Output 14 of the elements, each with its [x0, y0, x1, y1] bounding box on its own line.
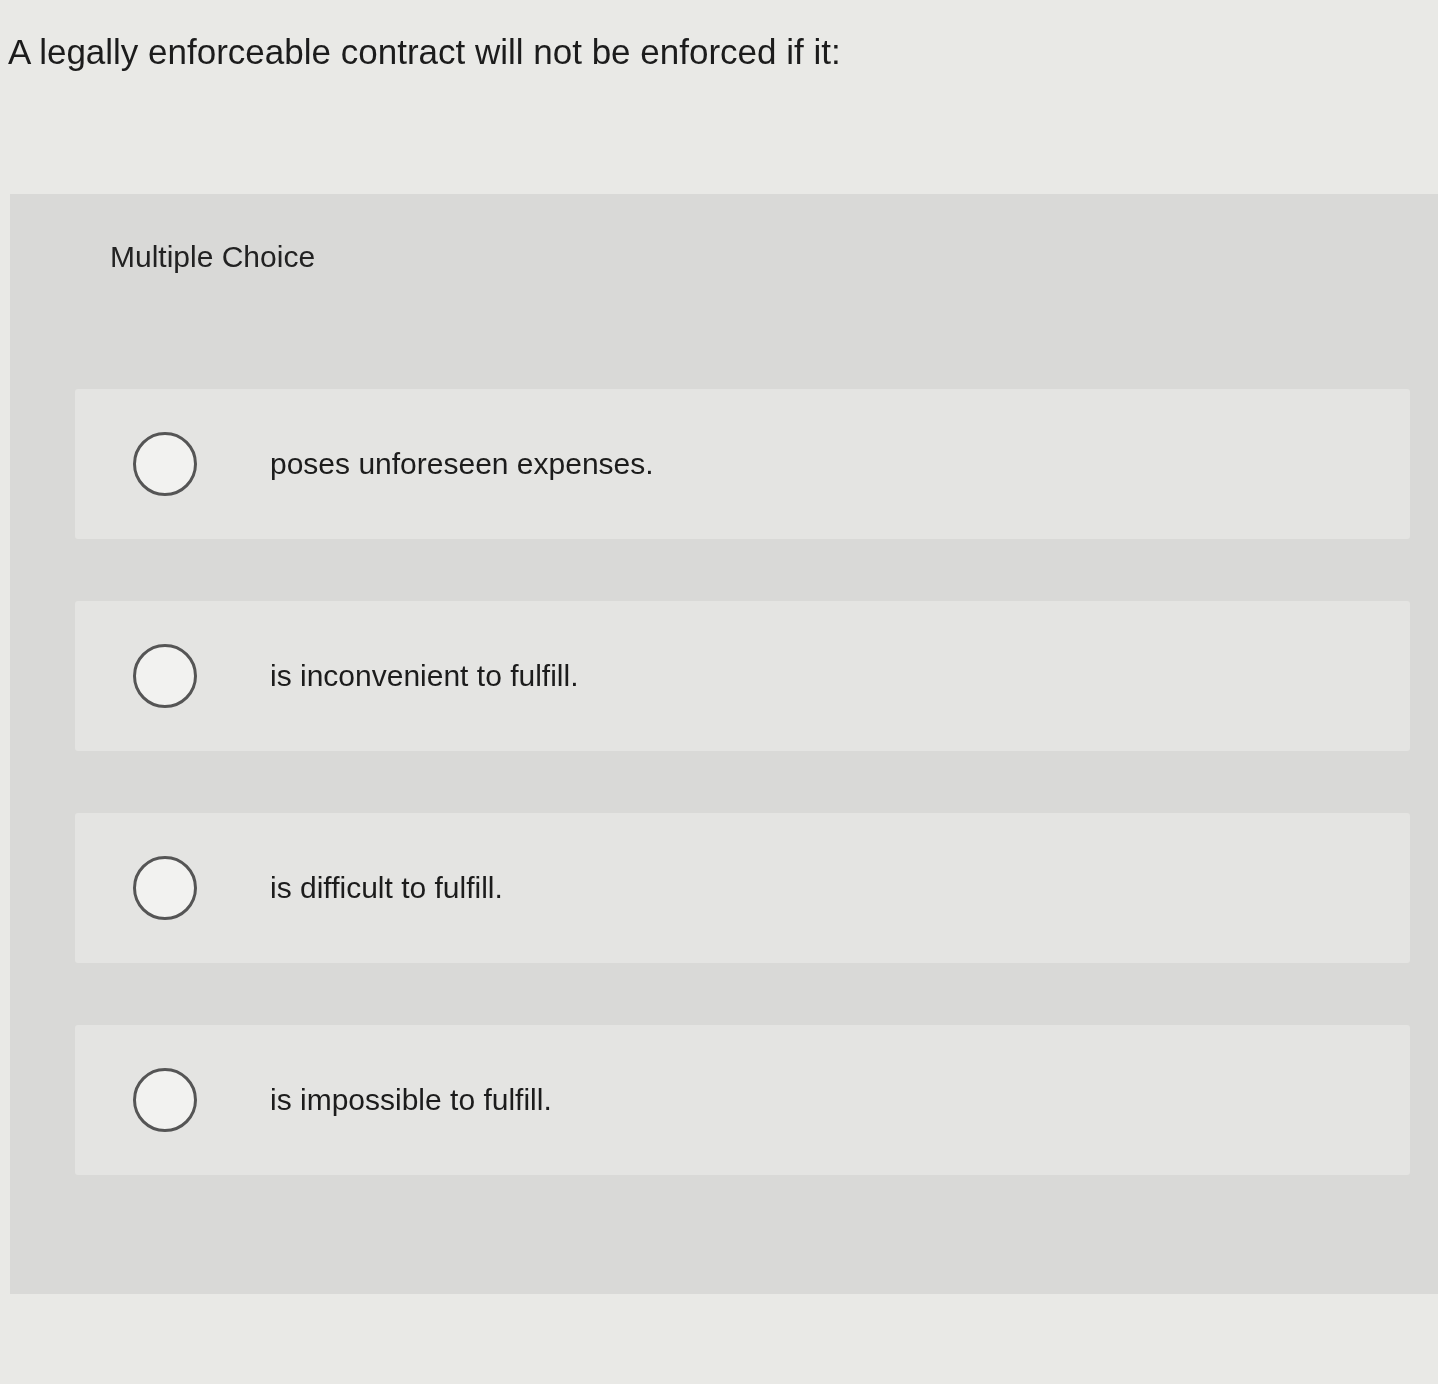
- option-label: is inconvenient to fulfill.: [270, 658, 579, 694]
- option-label: is impossible to fulfill.: [270, 1082, 552, 1118]
- answer-option[interactable]: is impossible to fulfill.: [75, 1025, 1410, 1175]
- question-type-label: Multiple Choice: [110, 239, 317, 275]
- option-label: is difficult to fulfill.: [270, 870, 503, 906]
- radio-button[interactable]: [133, 1068, 197, 1132]
- radio-button[interactable]: [133, 856, 197, 920]
- answer-option[interactable]: poses unforeseen expenses.: [75, 389, 1410, 539]
- question-text: A legally enforceable contract will not be enforced if it:: [7, 31, 842, 73]
- answer-option[interactable]: is difficult to fulfill.: [75, 813, 1410, 963]
- option-label: poses unforeseen expenses.: [270, 446, 654, 482]
- radio-button[interactable]: [133, 644, 197, 708]
- radio-button[interactable]: [133, 432, 197, 496]
- answer-option[interactable]: is inconvenient to fulfill.: [75, 601, 1410, 751]
